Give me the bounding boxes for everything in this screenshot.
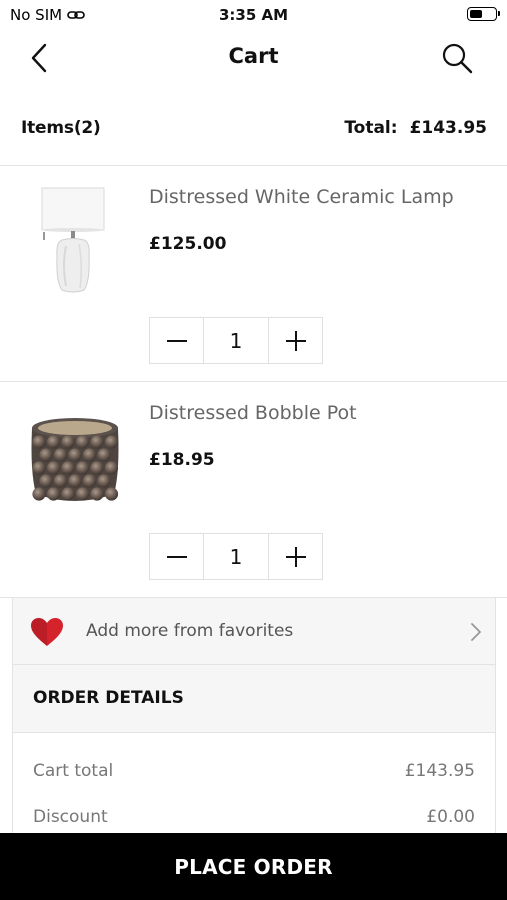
bobble (75, 461, 90, 475)
bobble (68, 474, 82, 488)
bobble (32, 435, 46, 449)
battery-icon (467, 7, 500, 21)
minus-icon (166, 555, 187, 558)
bobble (90, 487, 104, 501)
search-icon (442, 43, 473, 74)
bobble (90, 461, 104, 475)
order-line-cart-total: Cart total £143.95 (33, 761, 475, 785)
items-count: Items(2) (21, 118, 101, 138)
nav-bar: Cart (0, 30, 507, 86)
bobble (90, 435, 104, 449)
bobble (104, 461, 119, 475)
bobble (53, 474, 68, 488)
decrease-quantity-button[interactable] (150, 534, 203, 579)
favorites-label: Add more from favorites (86, 621, 294, 641)
order-line-label: Discount (33, 807, 108, 827)
total-value: £143.95 (409, 118, 487, 138)
bobble (104, 487, 119, 501)
product-price: £125.00 (149, 234, 227, 254)
cart-total: Total: £143.95 (344, 118, 487, 138)
battery-level (470, 10, 482, 18)
bobble (61, 487, 75, 501)
bobble (97, 474, 111, 488)
total-label: Total: (344, 118, 398, 138)
bobble (75, 435, 90, 449)
order-line-value: £0.00 (426, 807, 475, 827)
search-button[interactable] (441, 42, 475, 76)
bobble (82, 474, 97, 488)
bobble (53, 448, 68, 462)
quantity-value[interactable]: 1 (203, 318, 269, 363)
quantity-stepper: 1 (149, 317, 323, 364)
lamp-image[interactable] (26, 186, 126, 296)
order-line-label: Cart total (33, 761, 114, 781)
order-details-header: ORDER DETAILS (12, 665, 496, 733)
cart-item: Distressed White Ceramic Lamp £125.00 1 (0, 166, 507, 382)
bobble (46, 487, 61, 501)
place-order-label: PLACE ORDER (174, 854, 333, 879)
bobble (68, 448, 82, 462)
product-list: Distressed White Ceramic Lamp £125.00 1 (0, 165, 507, 598)
quantity-stepper: 1 (149, 533, 323, 580)
place-order-button[interactable]: PLACE ORDER (0, 833, 507, 900)
cart-item: Distressed Bobble Pot £18.95 1 (0, 382, 507, 598)
page-title: Cart (228, 44, 279, 68)
bobble (46, 461, 61, 475)
product-price: £18.95 (149, 450, 215, 470)
increase-quantity-button[interactable] (269, 534, 322, 579)
bobble (39, 448, 53, 462)
bobble (46, 435, 61, 449)
status-bar: No SIM 3:35 AM (0, 0, 507, 30)
add-from-favorites-row[interactable]: Add more from favorites (12, 597, 496, 665)
product-name[interactable]: Distressed White Ceramic Lamp (149, 186, 454, 208)
bobble (97, 448, 111, 462)
heart-icon (31, 618, 63, 646)
product-name[interactable]: Distressed Bobble Pot (149, 402, 357, 424)
bobble (32, 461, 46, 475)
cart-summary: Items(2) Total: £143.95 (0, 108, 507, 148)
chevron-right-icon (471, 623, 481, 641)
bobble (32, 487, 46, 501)
minus-icon (166, 339, 187, 342)
bobble (82, 448, 97, 462)
plus-icon (285, 330, 306, 351)
increase-quantity-button[interactable] (269, 318, 322, 363)
order-line-value: £143.95 (404, 761, 475, 781)
quantity-value[interactable]: 1 (203, 534, 269, 579)
items-label: Items (21, 118, 74, 138)
bobble (104, 435, 119, 449)
order-details-title: ORDER DETAILS (33, 688, 184, 708)
plus-icon (285, 546, 306, 567)
bobble (61, 461, 75, 475)
order-line-discount: Discount £0.00 (33, 807, 475, 831)
bobble-pot-image[interactable] (26, 402, 126, 512)
bobble (39, 474, 53, 488)
status-time: 3:35 AM (218, 6, 289, 24)
items-count-value: (2) (73, 118, 101, 138)
decrease-quantity-button[interactable] (150, 318, 203, 363)
bobble (61, 435, 75, 449)
bobble (75, 487, 90, 501)
